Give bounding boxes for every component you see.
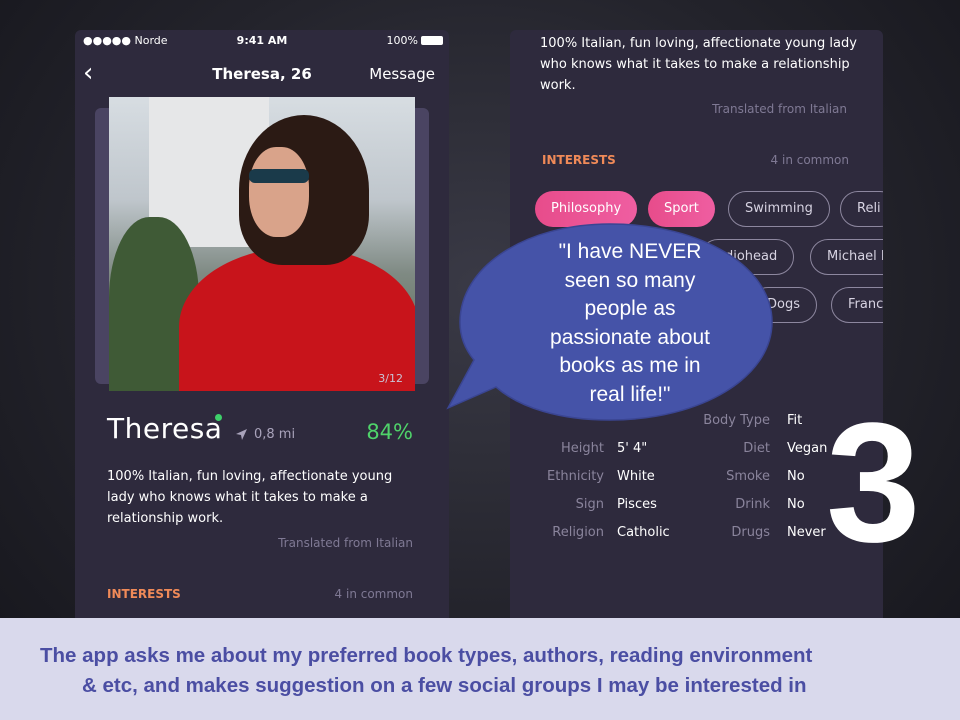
- message-button[interactable]: Message: [369, 65, 435, 83]
- attr-value-sign: Pisces: [617, 497, 657, 512]
- attr-value-diet: Vegan: [787, 441, 828, 456]
- photo-jacket: [179, 247, 415, 391]
- battery-indicator: 100%: [387, 34, 443, 47]
- distance: 0,8 mi: [235, 427, 295, 442]
- caption-line-2: & etc, and makes suggestion on a few soc…: [82, 674, 807, 697]
- interest-chip-religion[interactable]: Reli: [840, 191, 883, 227]
- profile-photo[interactable]: 3/12: [109, 97, 415, 391]
- attr-label-ethnicity: Ethnicity: [547, 469, 604, 484]
- attr-value-ethnicity: White: [617, 469, 655, 484]
- nav-bar: ‹ Theresa, 26 Message: [75, 60, 449, 88]
- translated-note: Translated from Italian: [278, 536, 413, 550]
- attr-label-drugs: Drugs: [731, 525, 770, 540]
- attr-label-sign: Sign: [575, 497, 604, 512]
- caption-line-1: The app asks me about my preferred book …: [40, 644, 813, 667]
- slide-number: 3: [826, 388, 921, 578]
- bubble-line: seen so many: [564, 268, 696, 292]
- battery-percent: 100%: [386, 34, 418, 47]
- bubble-line: real life!": [589, 382, 671, 406]
- attr-label-diet: Diet: [743, 441, 770, 456]
- bubble-line: passionate about: [550, 325, 710, 349]
- profile-screen: ●●●●● Norde 9:41 AM 100% ‹ Theresa, 26 M…: [75, 30, 449, 630]
- photo-face: [249, 147, 309, 237]
- bubble-line: books as me in: [559, 354, 701, 377]
- attr-value-religion: Catholic: [617, 525, 670, 540]
- attr-value-drink: No: [787, 497, 805, 512]
- distance-value: 0,8 mi: [254, 427, 296, 442]
- attr-label-religion: Religion: [552, 525, 604, 540]
- bubble-line: "I have NEVER: [558, 240, 702, 263]
- photo-sunglasses: [249, 169, 309, 183]
- attr-label-smoke: Smoke: [726, 469, 770, 484]
- interests-common-count: 4 in common: [770, 153, 849, 167]
- interest-chip-france[interactable]: Franc: [831, 287, 883, 323]
- attr-label-height: Height: [561, 441, 604, 456]
- match-percentage: 84%: [366, 420, 413, 444]
- online-status-dot: [215, 414, 222, 421]
- profile-bio: 100% Italian, fun loving, affectionate y…: [107, 469, 393, 526]
- caption-bar: The app asks me about my preferred book …: [0, 618, 960, 720]
- speech-bubble-text: "I have NEVER seen so many people as pas…: [521, 238, 739, 409]
- attr-label-drink: Drink: [735, 497, 770, 512]
- battery-icon: [421, 36, 443, 45]
- interests-heading: INTERESTS: [542, 153, 616, 167]
- translated-note: Translated from Italian: [712, 102, 847, 116]
- interests-heading: INTERESTS: [107, 587, 181, 601]
- attr-value-drugs: Never: [787, 525, 826, 540]
- interest-chip-michael[interactable]: Michael B: [810, 239, 883, 275]
- interests-common-count: 4 in common: [334, 587, 413, 601]
- photo-counter: 3/12: [378, 372, 403, 385]
- profile-bio: 100% Italian, fun loving, affectionate y…: [540, 36, 857, 93]
- location-arrow-icon: [236, 429, 247, 440]
- attr-value-height: 5' 4": [617, 441, 648, 456]
- profile-name: Theresa: [107, 412, 223, 445]
- attr-value-body-type: Fit: [787, 413, 803, 428]
- status-bar: ●●●●● Norde 9:41 AM 100%: [75, 30, 449, 52]
- bubble-line: people as: [584, 297, 676, 320]
- attr-value-smoke: No: [787, 469, 805, 484]
